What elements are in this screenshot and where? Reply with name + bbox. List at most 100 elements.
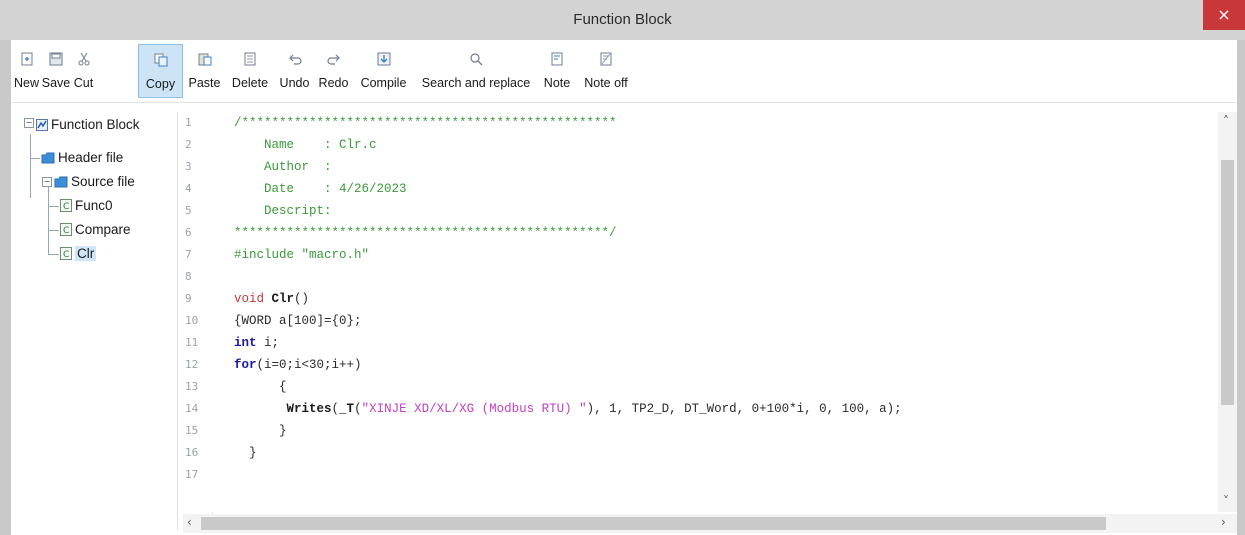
toolbar-button-label: Note off (584, 76, 628, 90)
svg-text:C: C (63, 226, 69, 236)
code-line[interactable]: {WORD a[100]={0}; (234, 310, 362, 332)
toolbar-button-label: Paste (188, 76, 221, 90)
tree-file-compare[interactable]: C Compare (60, 220, 131, 240)
c-file-icon: C (60, 223, 72, 236)
code-token: ), 1, TP2_D, DT_Word, 0+100*i, 0, 100, a… (586, 402, 902, 416)
toolbar-button-label: Redo (318, 76, 349, 90)
code-line[interactable]: Author : (234, 156, 332, 178)
folder-icon (41, 152, 55, 164)
code-line[interactable]: } (234, 420, 287, 442)
line-number: 7 (185, 248, 192, 261)
code-line[interactable]: { (234, 376, 287, 398)
tree-file-label: Compare (75, 222, 131, 237)
cut-button[interactable]: Cut (71, 44, 96, 98)
collapse-source-toggle[interactable]: − (42, 177, 52, 187)
tree-node-source-file[interactable]: Source file (54, 172, 135, 192)
copy-icon (154, 53, 167, 67)
note-icon (551, 52, 563, 66)
code-token: () (294, 292, 310, 306)
code-token: #include "macro.h" (234, 248, 370, 262)
code-editor[interactable]: /***************************************… (212, 112, 1218, 512)
code-token: ( (331, 402, 340, 416)
code-line[interactable]: Descript: (234, 200, 332, 222)
note-off-button[interactable]: Note off (577, 44, 635, 98)
line-number: 16 (185, 446, 199, 459)
code-line[interactable]: } (234, 442, 257, 464)
toolbar: New Save Cut Copy Paste Delete Undo Redo Compile… (11, 40, 1237, 103)
line-number: 6 (185, 226, 192, 239)
folder-icon (54, 176, 68, 188)
new-button[interactable]: New (12, 44, 41, 98)
vertical-scroll-thumb[interactable] (1221, 160, 1234, 405)
code-token: {WORD a[100]={0}; (234, 314, 362, 328)
code-token: _T (339, 402, 355, 416)
horizontal-scrollbar[interactable]: ‹ › (183, 514, 1237, 533)
code-token: (i=0;i<30;i++) (256, 358, 362, 372)
toolbar-button-label: Save (41, 76, 71, 90)
code-token: for (234, 358, 257, 372)
code-line[interactable]: ****************************************… (234, 222, 617, 244)
scroll-right-arrow-icon[interactable]: › (1221, 515, 1226, 529)
tree-file-func0[interactable]: C Func0 (60, 196, 113, 216)
tree-node-header-file[interactable]: Header file (41, 148, 123, 168)
redo-button[interactable]: Redo (315, 44, 352, 98)
title-bar[interactable]: Function Block × (0, 0, 1245, 40)
copy-button[interactable]: Copy (138, 44, 183, 98)
line-number: 13 (185, 380, 199, 393)
search-replace-icon (470, 53, 483, 66)
redo-icon (326, 54, 340, 65)
code-token: "XINJE XD/XL/XG (Modbus RTU) " (361, 402, 587, 416)
code-line[interactable]: for(i=0;i<30;i++) (234, 354, 362, 376)
code-token: Date : 4/26/2023 (264, 182, 407, 196)
code-line[interactable]: /***************************************… (234, 112, 617, 134)
tree-file-label: Clr (75, 246, 97, 261)
scroll-down-arrow-icon[interactable]: ˅ (1223, 494, 1229, 508)
delete-button[interactable]: Delete (226, 44, 274, 98)
tree-root-label: Function Block (51, 117, 140, 132)
code-line[interactable]: Date : 4/26/2023 (234, 178, 407, 200)
code-line[interactable]: Name : Clr.c (234, 134, 377, 156)
delete-icon (244, 52, 256, 66)
close-button[interactable]: × (1203, 0, 1245, 30)
line-number: 12 (185, 358, 199, 371)
tree-file-clr[interactable]: C Clr (60, 244, 97, 264)
c-file-icon: C (60, 199, 72, 212)
line-number: 5 (185, 204, 192, 217)
scroll-up-arrow-icon[interactable]: ˄ (1223, 114, 1229, 128)
line-number: 11 (185, 336, 199, 349)
code-line[interactable]: int i; (234, 332, 279, 354)
scissors-icon (78, 52, 89, 66)
collapse-root-toggle[interactable]: − (24, 118, 34, 128)
code-token: Name : Clr.c (264, 138, 377, 152)
code-token: { (279, 380, 287, 394)
line-number: 8 (185, 270, 192, 283)
code-line[interactable]: void Clr() (234, 288, 309, 310)
vertical-scrollbar[interactable]: ˄ ˅ (1218, 112, 1237, 512)
undo-button[interactable]: Undo (274, 44, 315, 98)
note-button[interactable]: Note (537, 44, 577, 98)
toolbar-button-label: Delete (231, 76, 269, 90)
code-line[interactable]: #include "macro.h" (234, 244, 369, 266)
toolbar-button-label: Cut (73, 76, 94, 90)
tree-node-root[interactable]: Function Block (36, 115, 140, 135)
compile-button[interactable]: Compile (352, 44, 415, 98)
code-token: Clr (271, 292, 295, 306)
search-and-replace-button[interactable]: Search and replace (415, 44, 537, 98)
scroll-left-arrow-icon[interactable]: ‹ (187, 515, 192, 529)
tree-source-label: Source file (71, 174, 135, 189)
code-token: Writes (286, 402, 332, 416)
code-token: ( (354, 402, 362, 416)
line-number: 2 (185, 138, 192, 151)
window-content: New Save Cut Copy Paste Delete Undo Redo Compile… (11, 40, 1237, 535)
toolbar-button-label: Search and replace (421, 76, 531, 90)
save-button[interactable]: Save (41, 44, 71, 98)
line-number: 9 (185, 292, 192, 305)
code-token: /***************************************… (234, 116, 617, 130)
horizontal-scroll-thumb[interactable] (201, 517, 1106, 530)
toolbar-button-label: Copy (145, 77, 176, 91)
code-token: ****************************************… (234, 226, 617, 240)
line-number: 14 (185, 402, 199, 415)
paste-button[interactable]: Paste (183, 44, 226, 98)
code-line[interactable]: Writes(_T("XINJE XD/XL/XG (Modbus RTU) "… (234, 398, 902, 420)
line-number-gutter: 1 2 3 4 5 6 7 8 9 10 11 12 13 14 15 16 17 (177, 112, 213, 530)
